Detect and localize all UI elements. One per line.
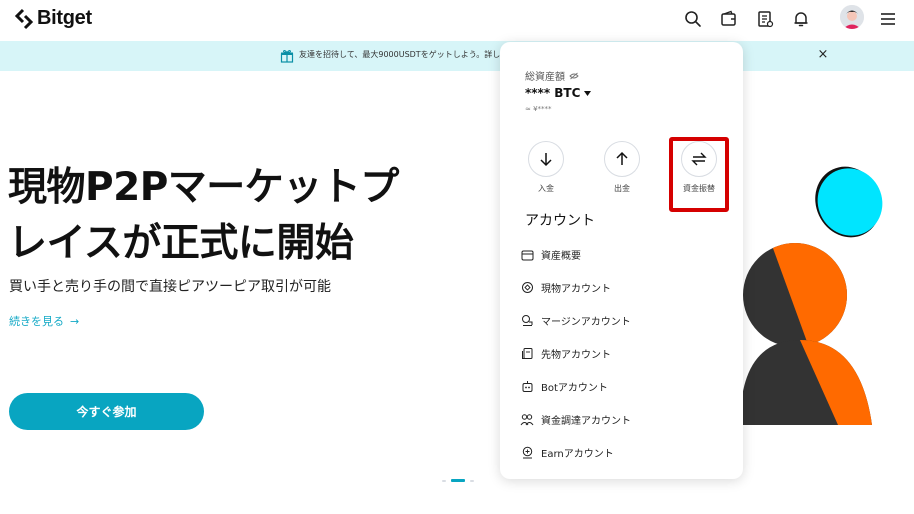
caret-down-icon[interactable] (584, 90, 592, 96)
funding-icon (520, 413, 534, 427)
orders-icon[interactable] (754, 8, 776, 30)
read-more-label: 続きを見る (9, 315, 64, 328)
banner-text[interactable]: 友達を招待して、最大9000USDTをゲットしよう。詳し (299, 49, 500, 60)
carousel-dot[interactable] (470, 479, 474, 482)
hero-title: 現物P2Pマーケットプ レイスが正式に開始 (8, 160, 399, 272)
menu-item-funding-account[interactable]: 資金調達アカウント (520, 403, 735, 436)
menu-item-earn-account[interactable]: Earnアカウント (520, 436, 735, 469)
total-assets-value[interactable]: **** BTC (525, 86, 592, 100)
account-section-title: アカウント (525, 213, 595, 229)
total-assets-approx: ≈ ¥**** (525, 105, 552, 113)
account-menu: 資産概要 現物アカウント マージンアカウント 先物アカウント Botアカウント … (520, 238, 735, 469)
top-header: Bitget (0, 0, 914, 40)
illustration-body (740, 340, 872, 425)
spot-icon (520, 281, 534, 295)
carousel-dot[interactable] (442, 479, 446, 482)
hero-title-line-1: 現物P2Pマーケットプ (8, 165, 399, 210)
menu-item-futures-account[interactable]: 先物アカウント (520, 337, 735, 370)
total-assets-amount: **** BTC (525, 86, 581, 100)
futures-icon (520, 347, 534, 361)
withdraw-icon-circle (604, 141, 640, 177)
withdraw-label: 出金 (614, 184, 630, 193)
arrow-up-icon (616, 151, 628, 165)
illustration-head (743, 243, 847, 347)
menu-item-asset-overview[interactable]: 資産概要 (520, 238, 735, 271)
bell-icon[interactable] (790, 8, 812, 30)
menu-item-spot-account[interactable]: 現物アカウント (520, 271, 735, 304)
menu-item-bot-account[interactable]: Botアカウント (520, 370, 735, 403)
margin-icon (520, 314, 534, 328)
join-now-button[interactable]: 今すぐ参加 (9, 393, 204, 430)
hero-title-line-2: レイスが正式に開始 (8, 221, 354, 266)
menu-label: マージンアカウント (541, 317, 631, 328)
arrow-right-icon: → (70, 314, 80, 328)
search-icon[interactable] (682, 8, 704, 30)
read-more-link[interactable]: 続きを見る → (9, 313, 79, 329)
carousel-dots (442, 479, 474, 482)
carousel-dot-active[interactable] (451, 479, 465, 482)
page: Bitget 友達を招待して、最大9000USDTをゲットしよう。詳し × 現物… (0, 0, 914, 514)
menu-item-margin-account[interactable]: マージンアカウント (520, 304, 735, 337)
menu-label: 先物アカウント (541, 350, 611, 361)
menu-label: Earnアカウント (541, 449, 614, 460)
earn-icon (520, 446, 534, 460)
arrow-down-icon (540, 153, 552, 167)
menu-label: 資金調達アカウント (541, 416, 631, 427)
transfer-highlight-box (669, 137, 729, 212)
bitget-logo[interactable]: Bitget (14, 7, 92, 30)
total-assets-label-text: 総資産額 (525, 72, 565, 83)
banner-close-icon[interactable]: × (816, 48, 830, 62)
wallet-outline-icon (520, 248, 534, 262)
menu-label: 資産概要 (541, 251, 581, 262)
promo-banner: 友達を招待して、最大9000USDTをゲットしよう。詳し × (0, 41, 914, 71)
eye-off-icon[interactable] (569, 72, 579, 80)
avatar[interactable] (840, 5, 864, 29)
total-assets-label: 総資産額 (525, 68, 579, 83)
withdraw-button[interactable]: 出金 (595, 141, 649, 194)
deposit-label: 入金 (538, 184, 554, 193)
hamburger-icon[interactable] (877, 8, 899, 30)
gift-icon (280, 49, 294, 63)
deposit-button[interactable]: 入金 (519, 141, 573, 194)
deposit-icon-circle (528, 141, 564, 177)
assets-dropdown-panel: 総資産額 **** BTC ≈ ¥**** 入金 出金 資金振替 アカウント 資… (500, 42, 743, 479)
hero-subtitle: 買い手と売り手の間で直接ピアツーピア取引が可能 (9, 279, 331, 295)
bot-icon (520, 380, 534, 394)
bitget-logo-icon (14, 8, 34, 29)
menu-label: Botアカウント (541, 383, 608, 394)
illustration-cyan-disc (815, 166, 883, 238)
menu-label: 現物アカウント (541, 284, 611, 295)
wallet-icon[interactable] (718, 8, 740, 30)
logo-text: Bitget (37, 7, 92, 29)
